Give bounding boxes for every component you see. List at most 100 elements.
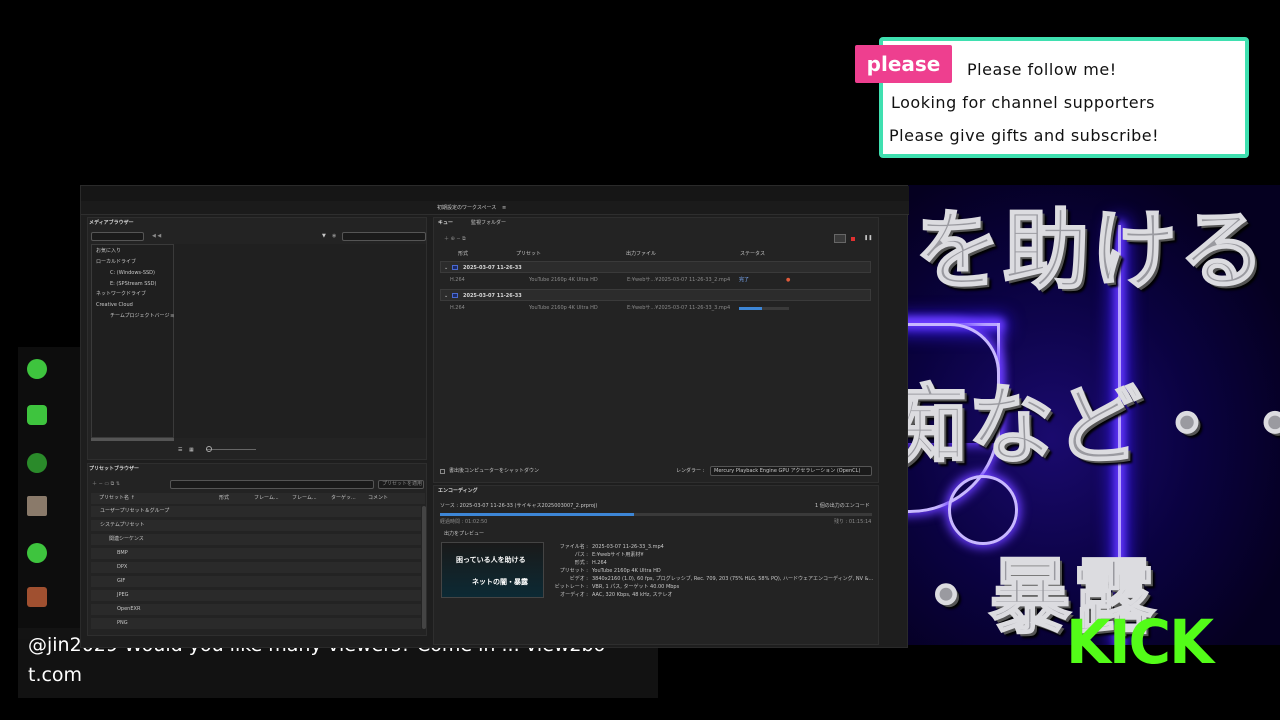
premiere-icon — [452, 293, 458, 298]
thumbnail-bg — [442, 543, 543, 597]
encoding-source: ソース : 2025-03-07 11-26-33 (サイキャス20250030… — [440, 503, 598, 509]
queue-group-name: 2025-03-07 11-26-33 — [463, 293, 522, 299]
renderer-dropdown[interactable]: Mercury Playback Engine GPU アクセラレーション (O… — [710, 466, 872, 476]
stream-overlay: を助ける 痴など・・・ ・暴露 KICK please Please follo… — [0, 0, 1280, 720]
preview-toggle[interactable] — [834, 234, 846, 243]
detail-value: E:¥webサイト用素材¥ — [592, 552, 644, 558]
detail-label: 形式 : — [574, 560, 588, 566]
preset-table-header: プリセット名 ↑ 形式 フレーム... フレーム... ターゲッ... コメント — [91, 493, 425, 504]
tree-item[interactable]: E: (SPStream SSD) — [110, 281, 156, 288]
filter-icon[interactable]: ▼ — [322, 233, 326, 240]
preset-row-label: JPEG — [117, 592, 129, 598]
queue-group[interactable]: ⌄ 2025-03-07 11-26-33 — [440, 261, 871, 273]
detail-label: ビットレート : — [554, 584, 588, 590]
zoom-slider-handle[interactable] — [206, 446, 212, 452]
list-view-icon[interactable]: ☰ — [178, 447, 182, 454]
queue-preset[interactable]: YouTube 2160p 4K Ultra HD — [529, 277, 598, 284]
queue-preset[interactable]: YouTube 2160p 4K Ultra HD — [529, 305, 598, 312]
column-header[interactable]: 形式 — [219, 495, 229, 502]
shutdown-checkbox[interactable] — [440, 469, 445, 474]
expand-icon[interactable]: ⌄ — [444, 265, 448, 272]
column-header[interactable]: フレーム... — [254, 495, 279, 502]
queue-output[interactable]: E:¥webサ...¥2025-03-07 11-26-33_3.mp4 — [627, 305, 730, 312]
detail-value: YouTube 2160p 4K Ultra HD — [592, 568, 661, 574]
queue-group[interactable]: ⌄ 2025-03-07 11-26-33 — [440, 289, 871, 301]
h-scrollbar[interactable] — [91, 438, 174, 441]
detail-label: オーディオ : — [560, 592, 588, 598]
banner-text-2: 痴など・・・ — [879, 375, 1280, 477]
preset-toolbar-icons[interactable]: ＋ − ▭ ⧉ ⇅ — [92, 481, 120, 488]
detail-value: 3840x2160 (1.0), 60 fps, プログレッシブ, Rec. 7… — [592, 576, 874, 582]
detail-value: AAC, 320 Kbps, 48 kHz, ステレオ — [592, 592, 673, 598]
detail-label: ファイル名 : — [559, 544, 588, 550]
queue-progress — [739, 307, 789, 310]
queue-progress-fill — [739, 307, 762, 310]
workspace-bar: 初期設定のワークスペース ≡ — [81, 201, 909, 215]
tree-item[interactable]: お気に入り — [96, 248, 121, 255]
menu-icon[interactable]: ≡ — [502, 205, 506, 212]
preset-row[interactable]: OpenEXR — [91, 604, 421, 615]
thumbnail-caption: ネットの闇・暴露 — [472, 578, 528, 586]
preset-scrollbar[interactable] — [422, 506, 426, 629]
encoding-panel: エンコーディング ソース : 2025-03-07 11-26-33 (サイキャ… — [433, 485, 879, 645]
preset-row[interactable]: PNG — [91, 618, 421, 629]
premiere-icon — [452, 265, 458, 270]
tree-item[interactable]: ネットワークドライブ — [96, 291, 146, 298]
media-content — [174, 244, 426, 438]
preset-row[interactable]: GIF — [91, 576, 421, 587]
grid-view-icon[interactable]: ▦ — [189, 447, 194, 454]
follow-line: Please follow me! — [967, 60, 1117, 79]
detail-label: プリセット : — [559, 568, 588, 574]
queue-format[interactable]: H.264 — [450, 305, 465, 312]
pause-icon[interactable]: ❚❚ — [864, 235, 872, 242]
media-browser-panel: メディアブラウザー ◀ ◀ ▼ ◉ お気に入り ローカルドライブ C: (Win… — [87, 217, 427, 460]
tab-queue[interactable]: キュー — [438, 220, 453, 227]
detail-value: 2025-03-07 11-26-33_3.mp4 — [592, 544, 664, 550]
chat-avatar — [27, 543, 47, 563]
view-icon[interactable]: ◉ — [332, 233, 336, 240]
preset-row[interactable]: 関連シーケンス — [91, 534, 421, 545]
column-header[interactable]: プリセット名 ↑ — [99, 495, 135, 502]
queue-format[interactable]: H.264 — [450, 277, 465, 284]
nav-back-icon[interactable]: ◀ ◀ — [152, 233, 161, 240]
tree-item[interactable]: C: (Windows-SSD) — [110, 270, 155, 277]
column-header[interactable]: フレーム... — [292, 495, 317, 502]
workspace-tab[interactable]: 初期設定のワークスペース — [437, 205, 496, 212]
kick-logo: KICK — [1066, 606, 1214, 678]
queue-toolbar-icons[interactable]: ＋ ⊕ − ⧉ — [444, 236, 466, 243]
preview-label[interactable]: 出力をプレビュー — [444, 531, 484, 538]
preset-row[interactable]: DPX — [91, 562, 421, 573]
queue-item[interactable]: H.264 YouTube 2160p 4K Ultra HD E:¥webサ.… — [448, 303, 871, 313]
preset-row[interactable]: ユーザープリセット＆グループ — [91, 506, 421, 517]
please-badge: please — [855, 45, 952, 83]
tree-item[interactable]: Creative Cloud — [96, 302, 133, 309]
column-header[interactable]: ターゲッ... — [331, 495, 356, 502]
tree-item[interactable]: チームプロジェクトバージョ — [110, 313, 174, 320]
expand-icon[interactable]: ⌄ — [444, 293, 448, 300]
location-dropdown[interactable] — [91, 232, 144, 241]
preset-row[interactable]: システムプリセット — [91, 520, 421, 531]
renderer-label: レンダラー : — [676, 468, 705, 474]
preset-row-label: GIF — [117, 578, 126, 584]
queue-output[interactable]: E:¥webサ...¥2025-03-07 11-26-33_2.mp4 — [627, 277, 730, 284]
queue-item[interactable]: H.264 YouTube 2160p 4K Ultra HD E:¥webサ.… — [448, 275, 871, 285]
encoding-count: 1 個の出力のエンコード — [815, 503, 870, 509]
queue-status: 完了 — [739, 277, 750, 283]
apply-preset-button[interactable]: プリセットを適用 — [378, 480, 424, 489]
preset-row-label: ユーザープリセット＆グループ — [100, 508, 170, 514]
output-preview-thumbnail: 困っている人を助ける ネットの闇・暴露 — [441, 542, 544, 598]
panel-title: エンコーディング — [438, 488, 478, 494]
preset-row[interactable]: BMP — [91, 548, 421, 559]
tree-item[interactable]: ローカルドライブ — [96, 259, 136, 266]
media-encoder-window: 初期設定のワークスペース ≡ メディアブラウザー ◀ ◀ ▼ ◉ お気に入り ロ… — [80, 185, 909, 648]
chat-avatar — [27, 359, 47, 379]
column-header[interactable]: コメント — [368, 495, 388, 502]
preset-row[interactable]: JPEG — [91, 590, 421, 601]
detail-value: H.264 — [592, 560, 607, 566]
zoom-slider[interactable] — [206, 449, 256, 450]
preset-search-input[interactable] — [170, 480, 374, 489]
chat-avatar — [27, 587, 47, 607]
tab-watch-folders[interactable]: 監視フォルダー — [471, 220, 506, 227]
media-search-input[interactable] — [342, 232, 426, 241]
stop-icon[interactable] — [851, 237, 855, 241]
